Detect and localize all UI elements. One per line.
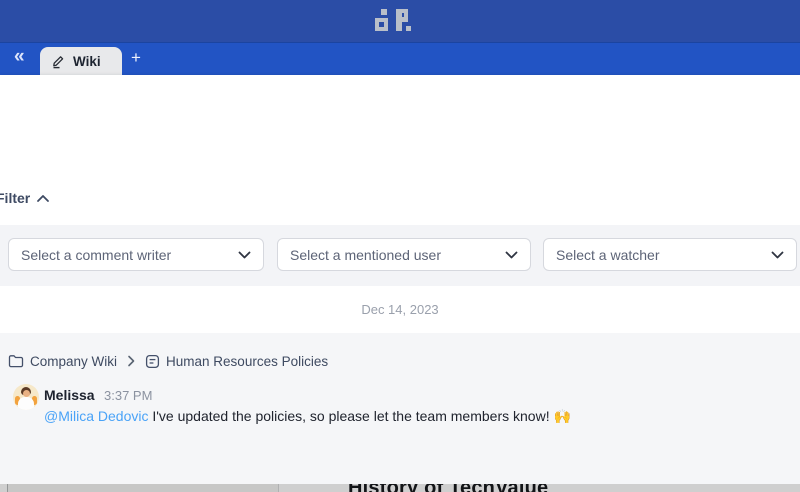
chevron-down-icon	[238, 251, 251, 259]
cake-pixel-logo-icon	[375, 7, 411, 35]
chevron-down-icon	[505, 251, 518, 259]
page-note-icon	[145, 354, 160, 369]
mentioned-user-select[interactable]: Select a mentioned user	[277, 238, 531, 271]
edit-pencil-icon	[51, 54, 66, 69]
chevron-up-icon[interactable]	[36, 194, 50, 203]
date-separator: Dec 14, 2023	[0, 286, 800, 333]
folder-icon	[8, 354, 24, 368]
date-separator-label: Dec 14, 2023	[361, 302, 438, 317]
comment-body: I've updated the policies, so please let…	[148, 408, 570, 424]
comment-writer-placeholder: Select a comment writer	[21, 247, 171, 263]
breadcrumb: Company Wiki Human Resources Policies	[8, 351, 328, 371]
top-brand-bar	[0, 0, 800, 42]
watcher-select[interactable]: Select a watcher	[543, 238, 797, 271]
watcher-placeholder: Select a watcher	[556, 247, 660, 263]
new-tab-button[interactable]: +	[131, 48, 141, 68]
comment-author[interactable]: Melissa	[44, 387, 95, 403]
user-mention-link[interactable]: @Milica Dedovic	[44, 408, 148, 424]
comment-writer-select[interactable]: Select a comment writer	[8, 238, 264, 271]
tab-wiki[interactable]: Wiki	[40, 47, 122, 76]
breadcrumb-folder-label[interactable]: Company Wiki	[30, 354, 117, 369]
comment-text: @Milica Dedovic I've updated the policie…	[44, 408, 784, 425]
filter-section-title[interactable]: Filter	[0, 190, 30, 206]
comments-filter-panel: Filter Select a comment writer Select a …	[0, 75, 800, 409]
comment-timestamp: 3:37 PM	[104, 388, 152, 403]
app-window: « Wiki + Filter Select a comment writer …	[0, 0, 800, 492]
mentioned-user-placeholder: Select a mentioned user	[290, 247, 441, 263]
breadcrumb-page-label[interactable]: Human Resources Policies	[166, 354, 328, 369]
collapse-sidebar-button[interactable]: «	[14, 46, 23, 68]
chevron-down-icon	[771, 251, 784, 259]
tab-bar: « Wiki +	[0, 42, 800, 75]
tab-wiki-label: Wiki	[73, 54, 101, 69]
chevron-right-icon	[127, 355, 135, 367]
avatar[interactable]	[13, 384, 39, 410]
